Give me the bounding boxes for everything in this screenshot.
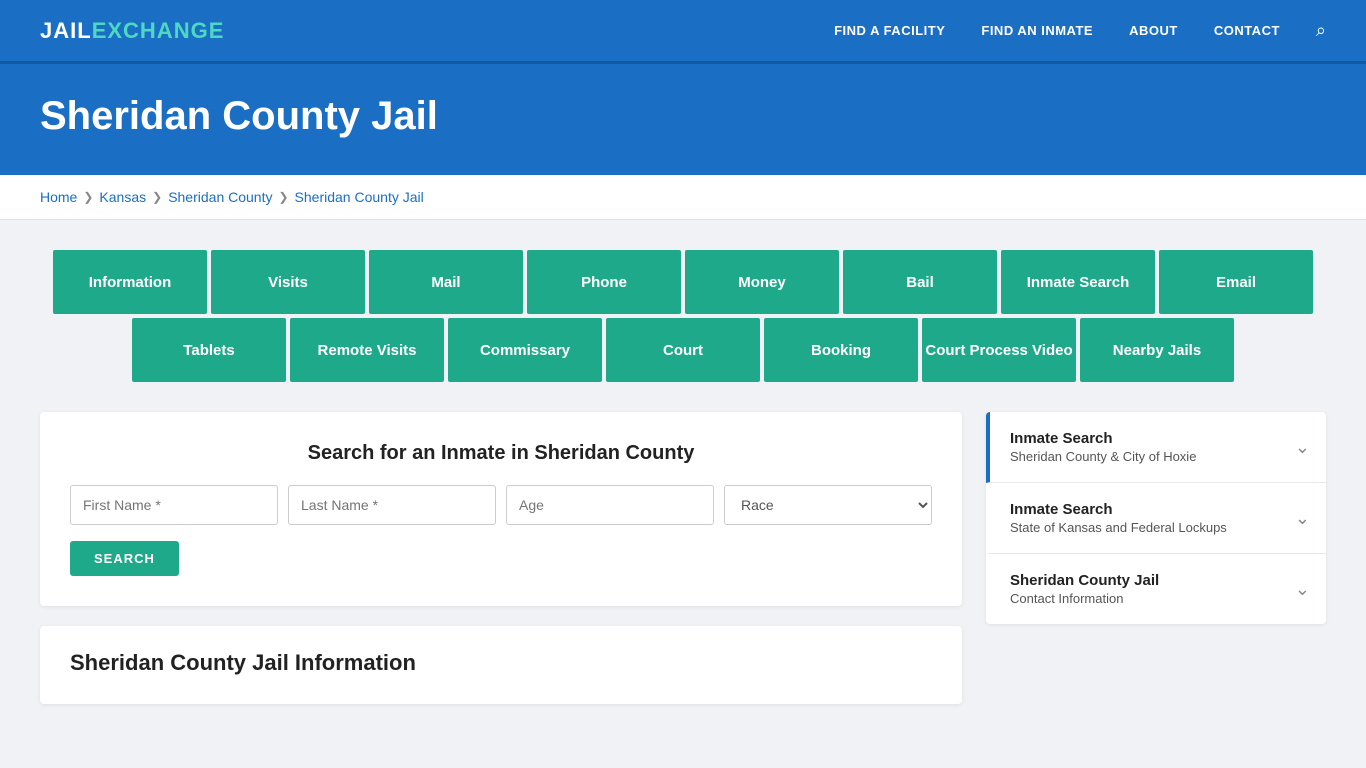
search-fields: Race White Black Hispanic Asian Other [70,485,932,525]
sidebar-item-subtitle-1: Sheridan County & City of Hoxie [1010,449,1196,464]
btn-visits[interactable]: Visits [211,250,365,314]
first-name-input[interactable] [70,485,278,525]
btn-inmate-search[interactable]: Inmate Search [1001,250,1155,314]
btn-bail[interactable]: Bail [843,250,997,314]
sidebar-item-subtitle-2: State of Kansas and Federal Lockups [1010,520,1227,535]
sidebar-item-title-3: Sheridan County Jail [1010,572,1159,589]
main-content: Information Visits Mail Phone Money Bail… [0,220,1366,734]
chevron-down-icon-2: ⌄ [1295,508,1310,529]
race-select[interactable]: Race White Black Hispanic Asian Other [724,485,932,525]
breadcrumb-sheridan-county[interactable]: Sheridan County [168,189,272,205]
sidebar-item-title-2: Inmate Search [1010,501,1227,518]
btn-money[interactable]: Money [685,250,839,314]
brand-jail: JAIL [40,18,92,44]
hero-section: Sheridan County Jail [0,64,1366,175]
search-title: Search for an Inmate in Sheridan County [70,442,932,465]
breadcrumb-kansas[interactable]: Kansas [99,189,146,205]
brand-logo[interactable]: JAIL EXCHANGE [40,18,224,44]
btn-court[interactable]: Court [606,318,760,382]
page-title: Sheridan County Jail [40,94,1326,139]
navbar: JAIL EXCHANGE FIND A FACILITY FIND AN IN… [0,0,1366,64]
btn-email[interactable]: Email [1159,250,1313,314]
nav-find-inmate[interactable]: FIND AN INMATE [981,23,1093,38]
btn-information[interactable]: Information [53,250,207,314]
btn-booking[interactable]: Booking [764,318,918,382]
jail-info-card: Sheridan County Jail Information [40,626,962,704]
brand-exchange: EXCHANGE [92,18,225,44]
btn-phone[interactable]: Phone [527,250,681,314]
nav-find-facility[interactable]: FIND A FACILITY [834,23,945,38]
jail-info-title: Sheridan County Jail Information [70,650,932,676]
btn-mail[interactable]: Mail [369,250,523,314]
breadcrumb-bar: Home ❯ Kansas ❯ Sheridan County ❯ Sherid… [0,175,1366,220]
left-column: Search for an Inmate in Sheridan County … [40,412,962,704]
search-button[interactable]: SEARCH [70,541,179,576]
btn-court-process-video[interactable]: Court Process Video [922,318,1076,382]
breadcrumb-home[interactable]: Home [40,189,77,205]
two-column-layout: Search for an Inmate in Sheridan County … [40,412,1326,704]
btn-nearby-jails[interactable]: Nearby Jails [1080,318,1234,382]
right-sidebar: Inmate Search Sheridan County & City of … [986,412,1326,624]
breadcrumb-sep-1: ❯ [83,190,93,204]
navbar-links: FIND A FACILITY FIND AN INMATE ABOUT CON… [834,20,1326,41]
breadcrumb-sep-3: ❯ [278,190,288,204]
sidebar-card: Inmate Search Sheridan County & City of … [986,412,1326,624]
sidebar-item-subtitle-3: Contact Information [1010,591,1159,606]
sidebar-inmate-search-local[interactable]: Inmate Search Sheridan County & City of … [986,412,1326,483]
chevron-down-icon-1: ⌄ [1295,437,1310,458]
btn-commissary[interactable]: Commissary [448,318,602,382]
nav-about[interactable]: ABOUT [1129,23,1178,38]
btn-remote-visits[interactable]: Remote Visits [290,318,444,382]
search-icon[interactable]: ⌕ [1316,20,1326,41]
breadcrumb-current: Sheridan County Jail [295,189,424,205]
inmate-search-card: Search for an Inmate in Sheridan County … [40,412,962,606]
category-buttons-grid: Information Visits Mail Phone Money Bail… [40,250,1326,382]
age-input[interactable] [506,485,714,525]
chevron-down-icon-3: ⌄ [1295,579,1310,600]
sidebar-item-title-1: Inmate Search [1010,430,1196,447]
btn-tablets[interactable]: Tablets [132,318,286,382]
nav-contact[interactable]: CONTACT [1214,23,1280,38]
last-name-input[interactable] [288,485,496,525]
sidebar-inmate-search-state[interactable]: Inmate Search State of Kansas and Federa… [986,483,1326,554]
breadcrumb-sep-2: ❯ [152,190,162,204]
sidebar-contact-info[interactable]: Sheridan County Jail Contact Information… [986,554,1326,624]
breadcrumb: Home ❯ Kansas ❯ Sheridan County ❯ Sherid… [40,189,1326,205]
